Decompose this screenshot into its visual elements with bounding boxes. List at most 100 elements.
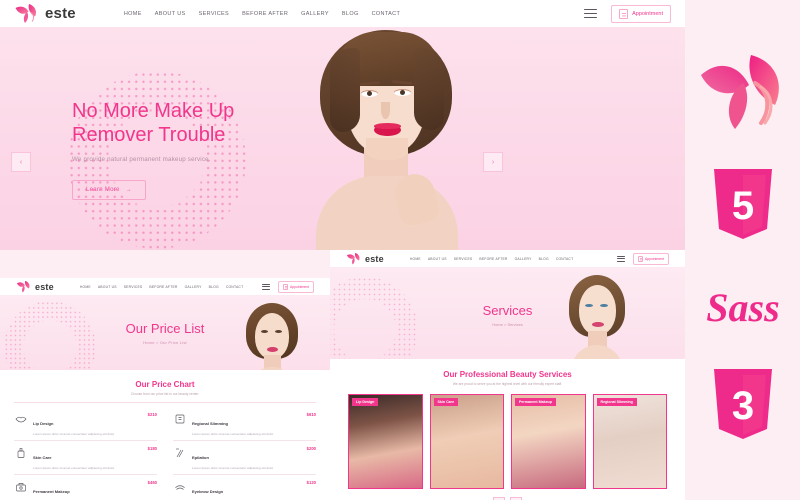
hamburger-menu-icon[interactable] bbox=[584, 8, 598, 19]
nav-item-before-after[interactable]: BEFORE AFTER bbox=[149, 285, 177, 289]
service-card-photo bbox=[512, 395, 585, 488]
price-row[interactable]: Epilation Lorem ipsum dolor sit amet con… bbox=[173, 441, 316, 476]
price-chart-section: Our Price Chart Choose from our price li… bbox=[0, 370, 330, 500]
nav-item-home[interactable]: HOME bbox=[80, 285, 91, 289]
nav-item-about-us[interactable]: ABOUT US bbox=[98, 285, 117, 289]
arrow-right-icon: → bbox=[125, 186, 132, 193]
breadcrumb-separator: > bbox=[155, 340, 159, 345]
brand-logo[interactable]: este bbox=[346, 252, 384, 266]
price-row[interactable]: Skin Care Lorem ipsum dolor sit amet con… bbox=[14, 441, 157, 476]
service-card-label: Regional Slimming bbox=[596, 398, 637, 406]
beauty-face-logo-icon bbox=[16, 280, 32, 294]
service-card[interactable]: Lip Design bbox=[348, 394, 423, 489]
price-item-price: $200 bbox=[306, 445, 316, 451]
price-item-desc: Lorem ipsum dolor sit amet consectetur a… bbox=[33, 431, 115, 436]
breadcrumb-current: Our Price List bbox=[159, 340, 187, 345]
services-section-heading: Our Professional Beauty Services We are … bbox=[330, 370, 685, 386]
nav-item-home[interactable]: HOME bbox=[410, 257, 421, 261]
hero-model-photo bbox=[268, 24, 503, 250]
price-chart-subtitle: Choose from our price list in our beauty… bbox=[130, 392, 200, 396]
price-item-desc: Lorem ipsum dolor sit amet consectetur a… bbox=[192, 465, 274, 470]
nav-item-services[interactable]: SERVICES bbox=[199, 11, 230, 17]
breadcrumb-home[interactable]: Home bbox=[492, 322, 503, 327]
service-card-photo bbox=[430, 395, 503, 488]
service-card-photo bbox=[593, 395, 666, 488]
appointment-label: Appointment bbox=[289, 284, 309, 289]
price-row[interactable]: Regional Slimming Lorem ipsum dolor sit … bbox=[173, 407, 316, 442]
price-item-price: $180 bbox=[147, 445, 157, 451]
brand-name: este bbox=[365, 253, 384, 264]
service-card-label: Lip Design bbox=[352, 398, 379, 406]
brand-logo[interactable]: este bbox=[16, 280, 54, 294]
price-column-right: Regional Slimming Lorem ipsum dolor sit … bbox=[173, 407, 316, 500]
appointment-button[interactable]: Appointment bbox=[611, 4, 671, 23]
brand-name: este bbox=[45, 5, 76, 22]
hero-navbar: este HOME ABOUT US SERVICES BEFORE AFTER… bbox=[0, 0, 685, 27]
brand-name: este bbox=[35, 281, 54, 292]
price-item-name: Regional Slimming bbox=[192, 420, 229, 426]
price-item-desc: Lorem ipsum dolor sit amet consectetur a… bbox=[192, 431, 274, 436]
breadcrumb-separator: > bbox=[503, 322, 507, 327]
nav-item-gallery[interactable]: GALLERY bbox=[301, 11, 329, 17]
price-item-name: Skin Care bbox=[33, 454, 52, 460]
service-card[interactable]: Skin Care bbox=[429, 394, 504, 489]
nav-item-about-us[interactable]: ABOUT US bbox=[428, 257, 447, 261]
chevron-left-icon: ‹ bbox=[19, 158, 23, 166]
hamburger-menu-icon[interactable] bbox=[261, 283, 270, 290]
nav-item-services[interactable]: SERVICES bbox=[124, 285, 143, 289]
sass-logo-label: Sass bbox=[706, 285, 779, 330]
breadcrumb: Home > Services bbox=[330, 322, 685, 327]
body-slimming-icon bbox=[173, 412, 187, 426]
hero-next-button[interactable]: › bbox=[483, 152, 503, 172]
learn-more-button[interactable]: Learn More → bbox=[72, 179, 146, 200]
hero-prev-button[interactable]: ‹ bbox=[11, 152, 31, 172]
eyebrow-icon bbox=[173, 480, 187, 494]
price-chart-grid: Lip Design Lorem ipsum dolor sit amet co… bbox=[14, 407, 316, 500]
nav-item-services[interactable]: SERVICES bbox=[454, 257, 473, 261]
service-card-label: Permanent Makeup bbox=[515, 398, 556, 406]
calendar-plus-icon bbox=[637, 255, 643, 262]
nav-item-blog[interactable]: BLOG bbox=[209, 285, 219, 289]
este-beauty-logo bbox=[685, 46, 800, 146]
brand-logo[interactable]: este bbox=[14, 3, 76, 25]
nav-item-home[interactable]: HOME bbox=[124, 11, 142, 17]
lips-icon bbox=[14, 412, 28, 426]
nav-links: HOME ABOUT US SERVICES BEFORE AFTER GALL… bbox=[410, 257, 574, 261]
price-item-desc: Lorem ipsum dolor sit amet consectetur a… bbox=[33, 465, 115, 470]
breadcrumb-home[interactable]: Home bbox=[143, 340, 154, 345]
price-item-price: $120 bbox=[306, 479, 316, 485]
price-item-name: Permanent Makeup bbox=[33, 488, 70, 494]
appointment-button[interactable]: Appointment bbox=[277, 280, 314, 293]
nav-item-blog[interactable]: BLOG bbox=[539, 257, 549, 261]
hero-page-preview: este HOME ABOUT US SERVICES BEFORE AFTER… bbox=[0, 0, 685, 250]
price-row[interactable]: Permanent Makeup Lorem ipsum dolor sit a… bbox=[14, 475, 157, 500]
nav-links: HOME ABOUT US SERVICES BEFORE AFTER GALL… bbox=[80, 285, 244, 289]
service-card[interactable]: Permanent Makeup bbox=[511, 394, 586, 489]
price-row[interactable]: Lip Design Lorem ipsum dolor sit amet co… bbox=[14, 407, 157, 442]
nav-item-gallery[interactable]: GALLERY bbox=[515, 257, 532, 261]
services-page-heading: Services Home > Services bbox=[330, 303, 685, 327]
services-section-title: Our Professional Beauty Services bbox=[443, 370, 572, 379]
nav-item-about-us[interactable]: ABOUT US bbox=[155, 11, 186, 17]
hamburger-menu-icon[interactable] bbox=[616, 255, 625, 262]
nav-item-contact[interactable]: CONTACT bbox=[226, 285, 244, 289]
price-item-name: Lip Design bbox=[33, 420, 54, 426]
nav-item-before-after[interactable]: BEFORE AFTER bbox=[479, 257, 507, 261]
price-page-banner: Our Price List Home > Our Price List bbox=[0, 295, 330, 370]
price-banner-model-photo bbox=[242, 303, 302, 370]
nav-item-before-after[interactable]: BEFORE AFTER bbox=[242, 11, 288, 17]
service-card[interactable]: Regional Slimming bbox=[592, 394, 667, 489]
chevron-right-icon: › bbox=[491, 158, 495, 166]
nav-item-contact[interactable]: CONTACT bbox=[372, 11, 401, 17]
sass-logo: Sass bbox=[685, 268, 800, 348]
services-card-carousel: Lip Design Skin Care Permanent Makeup Re… bbox=[330, 386, 685, 489]
nav-item-gallery[interactable]: GALLERY bbox=[185, 285, 202, 289]
price-row[interactable]: Eyebrow Design Lorem ipsum dolor sit ame… bbox=[173, 475, 316, 500]
calendar-plus-icon bbox=[282, 283, 288, 290]
price-item-price: $610 bbox=[306, 411, 316, 417]
nav-item-blog[interactable]: BLOG bbox=[342, 11, 359, 17]
nav-item-contact[interactable]: CONTACT bbox=[556, 257, 574, 261]
price-item-price: $210 bbox=[147, 411, 157, 417]
nav-links: HOME ABOUT US SERVICES BEFORE AFTER GALL… bbox=[124, 11, 400, 17]
appointment-button[interactable]: Appointment bbox=[632, 252, 669, 265]
